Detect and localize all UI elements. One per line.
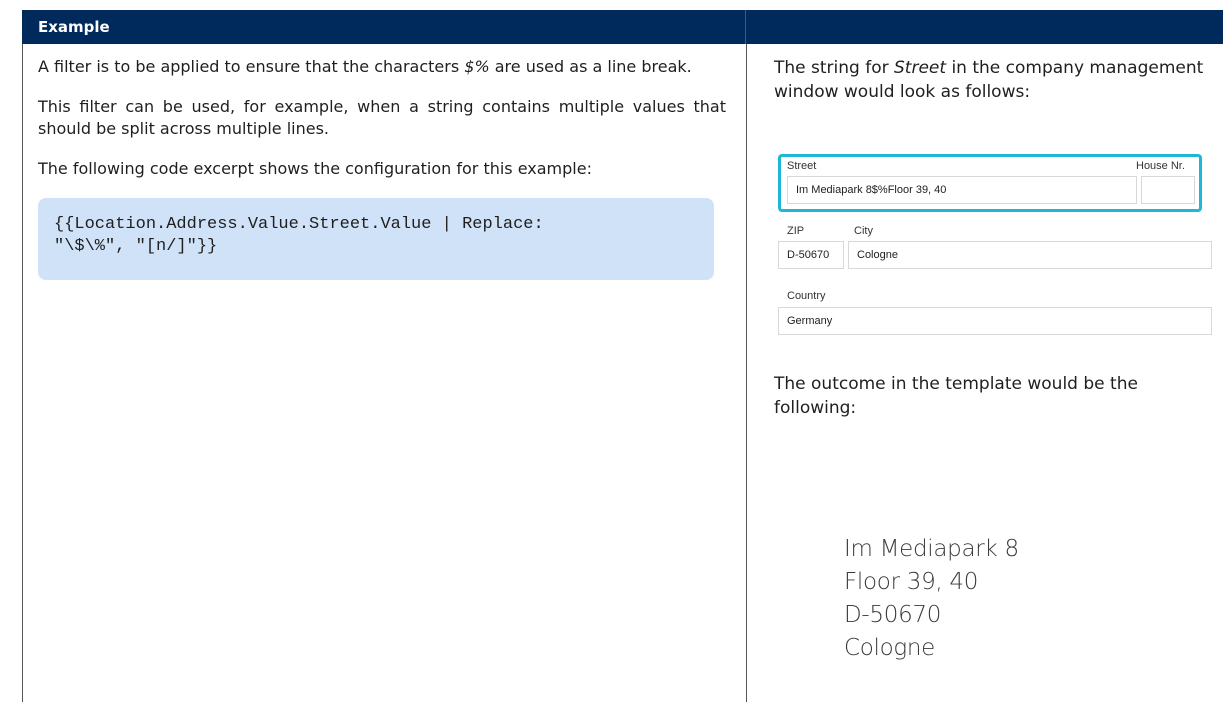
header-cell-left: Example [22, 10, 746, 44]
company-form-screenshot: Street House Nr. Im Mediapark 8$%Floor 3… [774, 154, 1214, 344]
column-divider [746, 44, 747, 702]
chars-emphasis: $% [464, 57, 490, 76]
left-column: A filter is to be applied to ensure that… [38, 56, 726, 280]
outcome-line: Floor 39, 40 [844, 569, 979, 595]
paragraph-filter-intro: A filter is to be applied to ensure that… [38, 57, 692, 76]
example-table: Example A filter is to be applied to ens… [22, 10, 1223, 702]
city-field[interactable]: Cologne [848, 241, 1212, 269]
template-outcome: Im Mediapark 8 Floor 39, 40 D-50670 Colo… [844, 533, 1019, 665]
street-label: Street [787, 160, 817, 172]
table-header: Example [22, 10, 1223, 44]
street-emphasis: Street [894, 58, 947, 78]
outcome-line: Im Mediapark 8 [844, 536, 1019, 562]
paragraph-usage: This filter can be used, for example, wh… [38, 97, 726, 138]
outcome-line: Cologne [844, 635, 936, 661]
header-title: Example [38, 18, 110, 36]
house-number-label: House Nr. [1136, 160, 1185, 172]
country-field[interactable]: Germany [778, 307, 1212, 335]
paragraph-street-intro: The string for Street in the company man… [774, 58, 1204, 102]
outcome-line: D-50670 [844, 602, 942, 628]
code-text: {{Location.Address.Value.Street.Value | … [54, 215, 544, 256]
right-column: The string for Street in the company man… [774, 56, 1214, 661]
zip-field[interactable]: D-50670 [778, 241, 844, 269]
left-border [22, 44, 23, 702]
street-field[interactable]: Im Mediapark 8$%Floor 39, 40 [787, 176, 1137, 204]
paragraph-outcome-intro: The outcome in the template would be the… [774, 374, 1138, 418]
zip-label: ZIP [787, 225, 805, 237]
city-label: City [854, 225, 873, 237]
paragraph-code-intro: The following code excerpt shows the con… [38, 159, 592, 178]
country-label: Country [787, 290, 826, 302]
code-block: {{Location.Address.Value.Street.Value | … [38, 198, 714, 280]
house-number-field[interactable] [1141, 176, 1195, 204]
